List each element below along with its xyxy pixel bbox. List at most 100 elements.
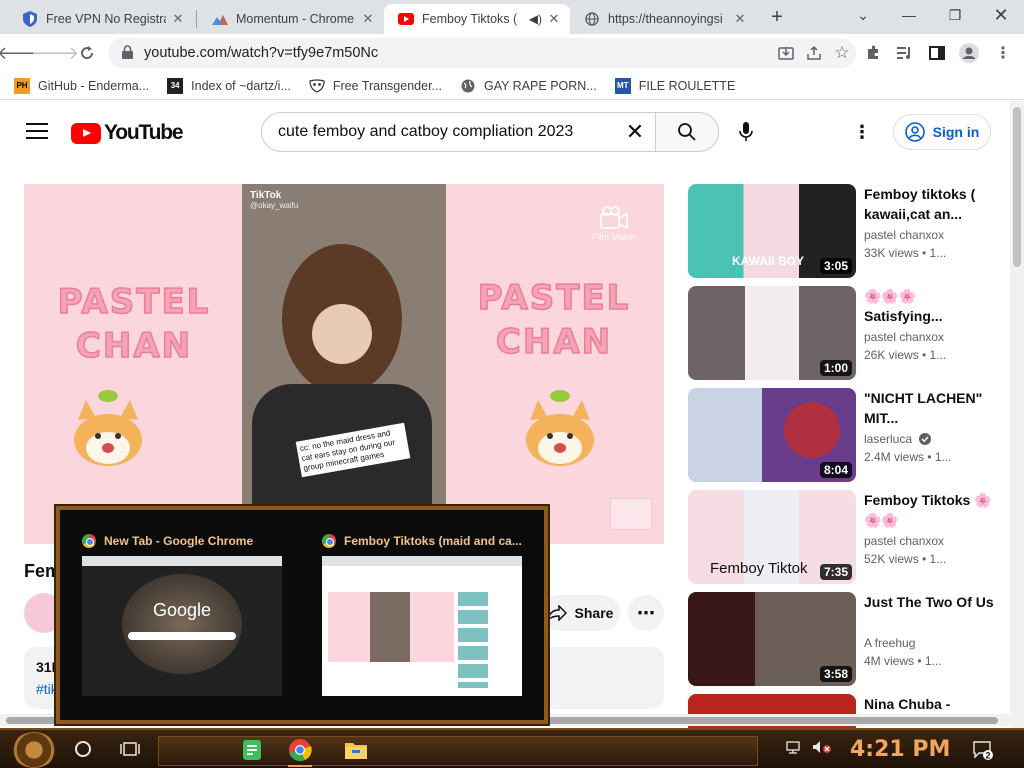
video-title[interactable]: Femboy Tiktoks 🌸🌸🌸 (864, 490, 994, 530)
video-thumbnail[interactable]: KAWAII BOY 3:05 (688, 184, 856, 278)
wallpaper-face (122, 574, 242, 674)
video-title[interactable]: "NICHT LACHEN" MIT... (864, 388, 994, 428)
scroll-thumb[interactable] (1013, 107, 1021, 267)
globe-icon (460, 78, 476, 94)
voice-search-icon[interactable] (733, 119, 759, 145)
minimize-button[interactable]: — (886, 0, 932, 30)
tab-search-chevron-icon[interactable]: ⌄ (840, 0, 886, 30)
media-queue-icon[interactable] (894, 42, 916, 64)
related-video[interactable]: 1:00 🌸🌸🌸 Satisfying... pastel chanxoх 26… (688, 286, 1008, 380)
address-bar[interactable]: youtube.com/watch?v=tfy9e7m50Nc ☆ (108, 38, 856, 68)
video-title[interactable]: Nina Chuba - (864, 694, 994, 714)
bookmark-item[interactable]: MT FILE ROULETTE (614, 77, 735, 94)
search-input[interactable]: cute femboy and catboy compliation 2023 (278, 123, 615, 141)
notes-app-icon[interactable] (232, 733, 272, 767)
lock-icon[interactable] (122, 44, 136, 62)
browser-menu-icon[interactable]: ⋮ (992, 42, 1014, 64)
chrome-taskbar-icon[interactable] (280, 733, 320, 767)
tab-title: Femboy Tiktoks ( (422, 12, 518, 26)
tab-vpn[interactable]: Free VPN No Registra ✕ (8, 4, 194, 34)
channel-name[interactable]: A freehug (864, 636, 915, 650)
bookmark-item[interactable]: PH GitHub - Enderma... (14, 77, 149, 94)
channel-name[interactable]: pastel chanxoх (864, 534, 944, 548)
tab-momentum[interactable]: Momentum - Chrome W ✕ (198, 4, 384, 34)
related-video[interactable]: Femboy Tiktok 7:35 Femboy Tiktoks 🌸🌸🌸 pa… (688, 490, 1008, 584)
reload-icon[interactable] (74, 40, 100, 66)
volume-muted-icon[interactable] (812, 740, 832, 754)
task-view-icon[interactable] (120, 740, 140, 758)
bookmark-item[interactable]: GAY RAPE PORN... (460, 78, 597, 94)
pastel-line: PASTEL (477, 277, 631, 319)
preview-thumbnail[interactable] (322, 556, 522, 696)
profile-avatar-icon[interactable] (958, 42, 980, 64)
more-actions-icon[interactable]: ⋯ (628, 595, 664, 631)
tab-youtube[interactable]: Femboy Tiktoks ( ◀) ✕ (384, 4, 570, 34)
related-video[interactable]: 8:04 "NICHT LACHEN" MIT... laserluca 2.4… (688, 388, 1008, 482)
install-app-icon[interactable] (772, 45, 800, 61)
hamburger-menu-icon[interactable] (26, 123, 48, 141)
speaker-icon[interactable]: ◀) (529, 12, 542, 26)
clear-search-icon[interactable]: ✕ (615, 119, 655, 145)
chan-line: CHAN (75, 325, 193, 367)
browser-toolbar: 🡐 🡒 youtube.com/watch?v=tfy9e7m50Nc ☆ ⋮ (0, 34, 1024, 72)
search-circle-icon[interactable] (75, 741, 91, 757)
video-player[interactable]: PASTEL CHAN PASTEL CHAN Film Maker TikTo… (24, 184, 664, 544)
channel-name-text: laserluca (864, 432, 913, 446)
close-tab-icon[interactable]: ✕ (732, 11, 748, 27)
channel-name[interactable]: pastel chanxoх (864, 228, 944, 242)
video-meta: 52K views • 1... (864, 552, 947, 566)
close-tab-icon[interactable]: ✕ (170, 11, 186, 27)
camera-icon (600, 206, 629, 230)
preview-thumbnail[interactable]: Google (82, 556, 282, 696)
start-button[interactable] (12, 732, 56, 768)
notification-center-icon[interactable]: 2 (973, 740, 993, 761)
preview-window[interactable]: New Tab - Google Chrome Google (82, 532, 292, 696)
restore-button[interactable]: ❐ (932, 0, 978, 30)
system-clock[interactable]: 4:21 PM (850, 737, 950, 762)
share-arrow-icon (546, 605, 567, 621)
new-tab-button[interactable]: + (766, 7, 788, 29)
youtube-wordmark: YouTube (104, 121, 184, 144)
forward-button[interactable]: 🡒 (31, 40, 79, 66)
duration-badge: 8:04 (819, 462, 852, 478)
bookmark-star-icon[interactable]: ☆ (828, 43, 856, 63)
close-tab-icon[interactable]: ✕ (546, 11, 562, 27)
verified-check-icon (919, 433, 932, 445)
related-video[interactable]: KAWAII BOY 3:05 Femboy tiktoks ( kawaii,… (688, 184, 1008, 278)
video-thumbnail[interactable]: 8:04 (688, 388, 856, 482)
youtube-logo[interactable]: YouTube (71, 121, 184, 145)
video-title[interactable]: Femboy tiktoks ( kawaii,cat an... (864, 184, 994, 224)
video-thumbnail[interactable]: 3:58 (688, 592, 856, 686)
bookmark-item[interactable]: 34 Index of ~dartz/i... (167, 77, 291, 94)
related-video[interactable]: 3:58 Just The Two Of Us A freehug 4M vie… (688, 592, 1008, 686)
video-thumbnail[interactable]: 1:00 (688, 286, 856, 380)
pornhub-favicon-icon: PH (14, 77, 30, 94)
close-tab-icon[interactable]: ✕ (360, 11, 376, 27)
tiktok-user: @okay_waifu (250, 201, 299, 210)
search-button[interactable] (655, 112, 719, 152)
search-box[interactable]: cute femboy and catboy compliation 2023 … (261, 112, 656, 152)
hashtags[interactable]: #tik (36, 681, 58, 697)
mask-favicon-icon (309, 78, 325, 94)
side-panel-icon[interactable] (926, 42, 948, 64)
network-icon[interactable] (786, 740, 800, 754)
tab-annoying[interactable]: https://theannoyingsi ✕ (570, 4, 756, 34)
tab-strip: Free VPN No Registra ✕ Momentum - Chrome… (0, 0, 1024, 34)
video-title[interactable]: Just The Two Of Us (864, 592, 994, 612)
close-window-button[interactable]: ✕ (978, 0, 1024, 30)
share-icon[interactable] (800, 45, 828, 61)
channel-name[interactable]: laserluca (864, 432, 932, 446)
duration-badge: 3:05 (819, 258, 852, 274)
settings-kebab-icon[interactable]: ⋮ (852, 119, 872, 145)
preview-window[interactable]: Femboy Tiktoks (maid and ca... (322, 532, 532, 696)
channel-name[interactable]: pastel chanxoх (864, 330, 944, 344)
share-button[interactable]: Share (540, 595, 620, 631)
sign-in-button[interactable]: Sign in (893, 114, 991, 150)
video-title[interactable]: 🌸🌸🌸 Satisfying... (864, 286, 994, 326)
video-thumbnail[interactable]: Femboy Tiktok 7:35 (688, 490, 856, 584)
chan-line: CHAN (495, 321, 613, 363)
extensions-icon[interactable] (862, 42, 884, 64)
bookmark-item[interactable]: Free Transgender... (309, 78, 442, 94)
vertical-scrollbar[interactable] (1010, 101, 1024, 728)
file-explorer-icon[interactable] (336, 733, 376, 767)
